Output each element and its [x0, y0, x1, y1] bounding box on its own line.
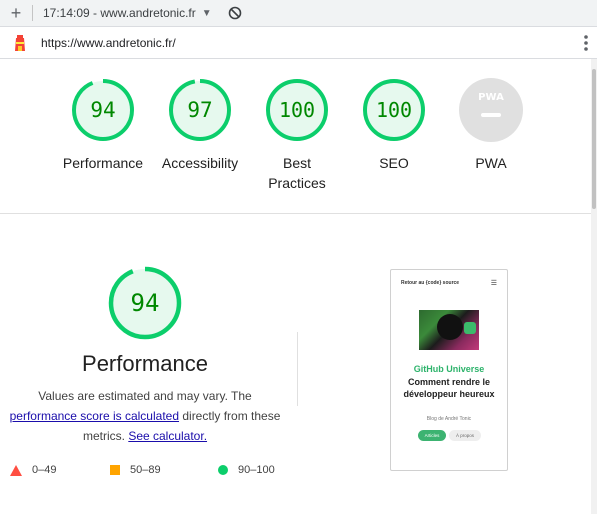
- gauge-score: 100: [376, 98, 412, 122]
- preview-image: [419, 310, 479, 350]
- performance-score: 94: [131, 289, 160, 317]
- gauge-pwa[interactable]: PWA PWA: [442, 78, 540, 173]
- gauge-score: 100: [279, 98, 315, 122]
- new-tab-button[interactable]: +: [0, 3, 32, 24]
- score-gauge: 100: [363, 79, 425, 141]
- gauge-best-practices[interactable]: 100 Best Practices: [248, 78, 346, 193]
- preview-headline: Comment rendre le développeur heureux: [403, 377, 495, 399]
- performance-title: Performance: [82, 351, 208, 376]
- legend-pass: 90–100: [218, 464, 275, 476]
- square-icon: [110, 465, 120, 475]
- chevron-down-icon[interactable]: ▼: [202, 8, 212, 19]
- score-calculated-link[interactable]: performance score is calculated: [10, 409, 179, 423]
- gauge-label: Best Practices: [268, 155, 326, 191]
- page-screenshot-preview[interactable]: Retour au {code} source ☰ GitHub Univers…: [390, 269, 508, 471]
- vertical-divider: [297, 332, 298, 406]
- tab-title[interactable]: 17:14:09 - www.andretonic.fr: [43, 6, 196, 20]
- tab-separator: [32, 5, 33, 21]
- gauge-label: PWA: [475, 155, 507, 171]
- address-bar: https://www.andretonic.fr/: [0, 27, 597, 59]
- svg-text:PWA: PWA: [478, 92, 504, 103]
- url-text[interactable]: https://www.andretonic.fr/: [41, 36, 176, 50]
- gauge-label: SEO: [379, 155, 409, 171]
- legend-fail: 0–49: [10, 464, 56, 476]
- gauge-seo[interactable]: 100 SEO: [345, 78, 443, 173]
- performance-gauge: 94: [108, 266, 182, 340]
- lighthouse-icon: [15, 34, 25, 51]
- circle-icon: [218, 465, 228, 475]
- score-gauge: 94: [72, 79, 134, 141]
- preview-articles-button: Articles: [418, 430, 446, 441]
- pwa-icon: PWA: [459, 78, 523, 142]
- gauge-score: 97: [187, 98, 212, 122]
- triangle-icon: [10, 464, 22, 476]
- gauge-accessibility[interactable]: 97 Accessibility: [151, 78, 249, 173]
- preview-header: Retour au {code} source: [401, 280, 460, 286]
- more-vert-icon[interactable]: [583, 34, 589, 52]
- block-icon[interactable]: [228, 6, 242, 20]
- gauge-performance[interactable]: 94 Performance: [54, 78, 152, 173]
- browser-tab-strip: + 17:14:09 - www.andretonic.fr ▼: [0, 0, 597, 27]
- gauge-label: Accessibility: [161, 155, 239, 171]
- score-gauge: 100: [266, 79, 328, 141]
- category-gauges: 94 Performance 97 Accessibility 100 Best…: [0, 59, 597, 213]
- score-gauge: 97: [169, 79, 231, 141]
- performance-description: Values are estimated and may vary. The p…: [9, 389, 281, 443]
- gauge-score: 94: [90, 98, 115, 122]
- preview-brand: GitHub Universe: [413, 364, 485, 374]
- gauge-label: Performance: [62, 155, 144, 171]
- performance-section: 94 Performance Values are estimated and …: [0, 214, 591, 514]
- hamburger-icon: ☰: [490, 280, 497, 287]
- legend-average: 50–89: [110, 464, 161, 476]
- preview-byline: Blog de André Tonic: [426, 416, 472, 422]
- preview-apropos-button: À propos: [449, 430, 481, 441]
- see-calculator-link[interactable]: See calculator.: [128, 429, 207, 443]
